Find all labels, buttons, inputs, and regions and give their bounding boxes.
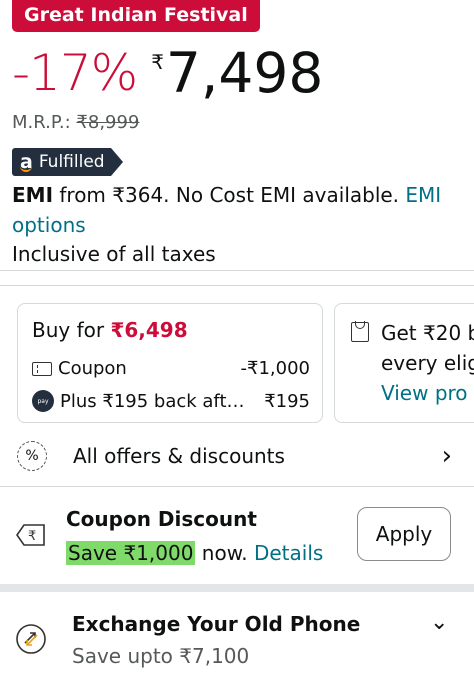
buy-for-text: Buy for ₹6,498	[32, 318, 188, 342]
apply-coupon-button[interactable]: Apply	[357, 507, 451, 561]
exchange-section[interactable]: Exchange Your Old Phone Save upto ₹7,100…	[0, 592, 474, 675]
offer-row-amount: ₹195	[264, 390, 310, 412]
exchange-title: Exchange Your Old Phone	[72, 612, 361, 636]
amazon-pay-icon: pay	[32, 390, 54, 412]
shopping-bag-icon	[351, 321, 369, 342]
emi-text: from ₹364. No Cost EMI available.	[53, 183, 406, 207]
offer-card-bank[interactable]: Buy for ₹6,498 Coupon -₹1,000 pay Plus ₹…	[17, 303, 323, 423]
taxes-note: Inclusive of all taxes	[12, 242, 216, 266]
coupon-savings: Save ₹1,000	[66, 541, 196, 565]
mrp-label: M.R.P.:	[12, 112, 71, 133]
coupon-rest: now.	[195, 541, 254, 565]
mrp-value: ₹8,999	[76, 112, 140, 133]
divider	[0, 270, 474, 271]
sale-price: 7,498	[165, 41, 324, 105]
offer-card-cashback[interactable]: Get ₹20 b every elig View pro	[334, 303, 474, 423]
percent-badge-icon: %	[17, 441, 47, 471]
offer-row-amount: -₹1,000	[240, 358, 310, 379]
discount-percent: -17%	[12, 44, 138, 102]
section-separator	[0, 584, 474, 592]
divider	[0, 285, 474, 286]
cashback-line-2: every elig	[381, 351, 474, 375]
coupon-tag-icon: ₹	[16, 524, 45, 546]
chevron-down-icon[interactable]: ⌄	[430, 610, 448, 635]
offer-row-label: Coupon	[58, 358, 127, 379]
chevron-right-icon: ›	[441, 441, 452, 471]
coupon-title: Coupon Discount	[66, 507, 257, 531]
all-offers-label: All offers & discounts	[73, 444, 285, 468]
fulfilled-label: Fulfilled	[38, 152, 105, 172]
coupon-details-link[interactable]: Details	[254, 541, 323, 565]
offer-row: Coupon -₹1,000	[32, 358, 310, 379]
deal-badge: Great Indian Festival	[12, 0, 260, 32]
coupon-icon	[32, 361, 52, 376]
coupon-subtitle: Save ₹1,000 now. Details	[66, 539, 323, 567]
cashback-line-1: Get ₹20 b	[381, 321, 474, 345]
exchange-subtitle: Save upto ₹7,100	[72, 644, 250, 668]
price-block: -17% ₹ 7,498	[12, 40, 323, 106]
fulfilled-badge: a Fulfilled	[12, 148, 123, 176]
offer-row-label: Plus ₹195 back aft…	[60, 390, 245, 412]
svg-text:₹: ₹	[28, 529, 36, 544]
all-offers-row[interactable]: % All offers & discounts ›	[0, 436, 474, 476]
mrp: M.R.P.: ₹8,999	[12, 112, 139, 133]
buy-for-price: ₹6,498	[110, 318, 188, 342]
coupon-section: ₹ Coupon Discount Save ₹1,000 now. Detai…	[0, 487, 474, 583]
cashback-text: Get ₹20 b every elig View pro	[381, 318, 474, 408]
buy-for-label: Buy for	[32, 318, 111, 342]
emi-info: EMI from ₹364. No Cost EMI available. EM…	[12, 180, 467, 240]
emi-bold: EMI	[12, 183, 54, 207]
offer-row: pay Plus ₹195 back aft… ₹195	[32, 390, 310, 412]
amazon-logo-icon: a	[20, 151, 33, 173]
view-products-link[interactable]: View pro	[381, 378, 474, 408]
currency-symbol: ₹	[151, 50, 164, 74]
exchange-icon	[16, 624, 46, 654]
